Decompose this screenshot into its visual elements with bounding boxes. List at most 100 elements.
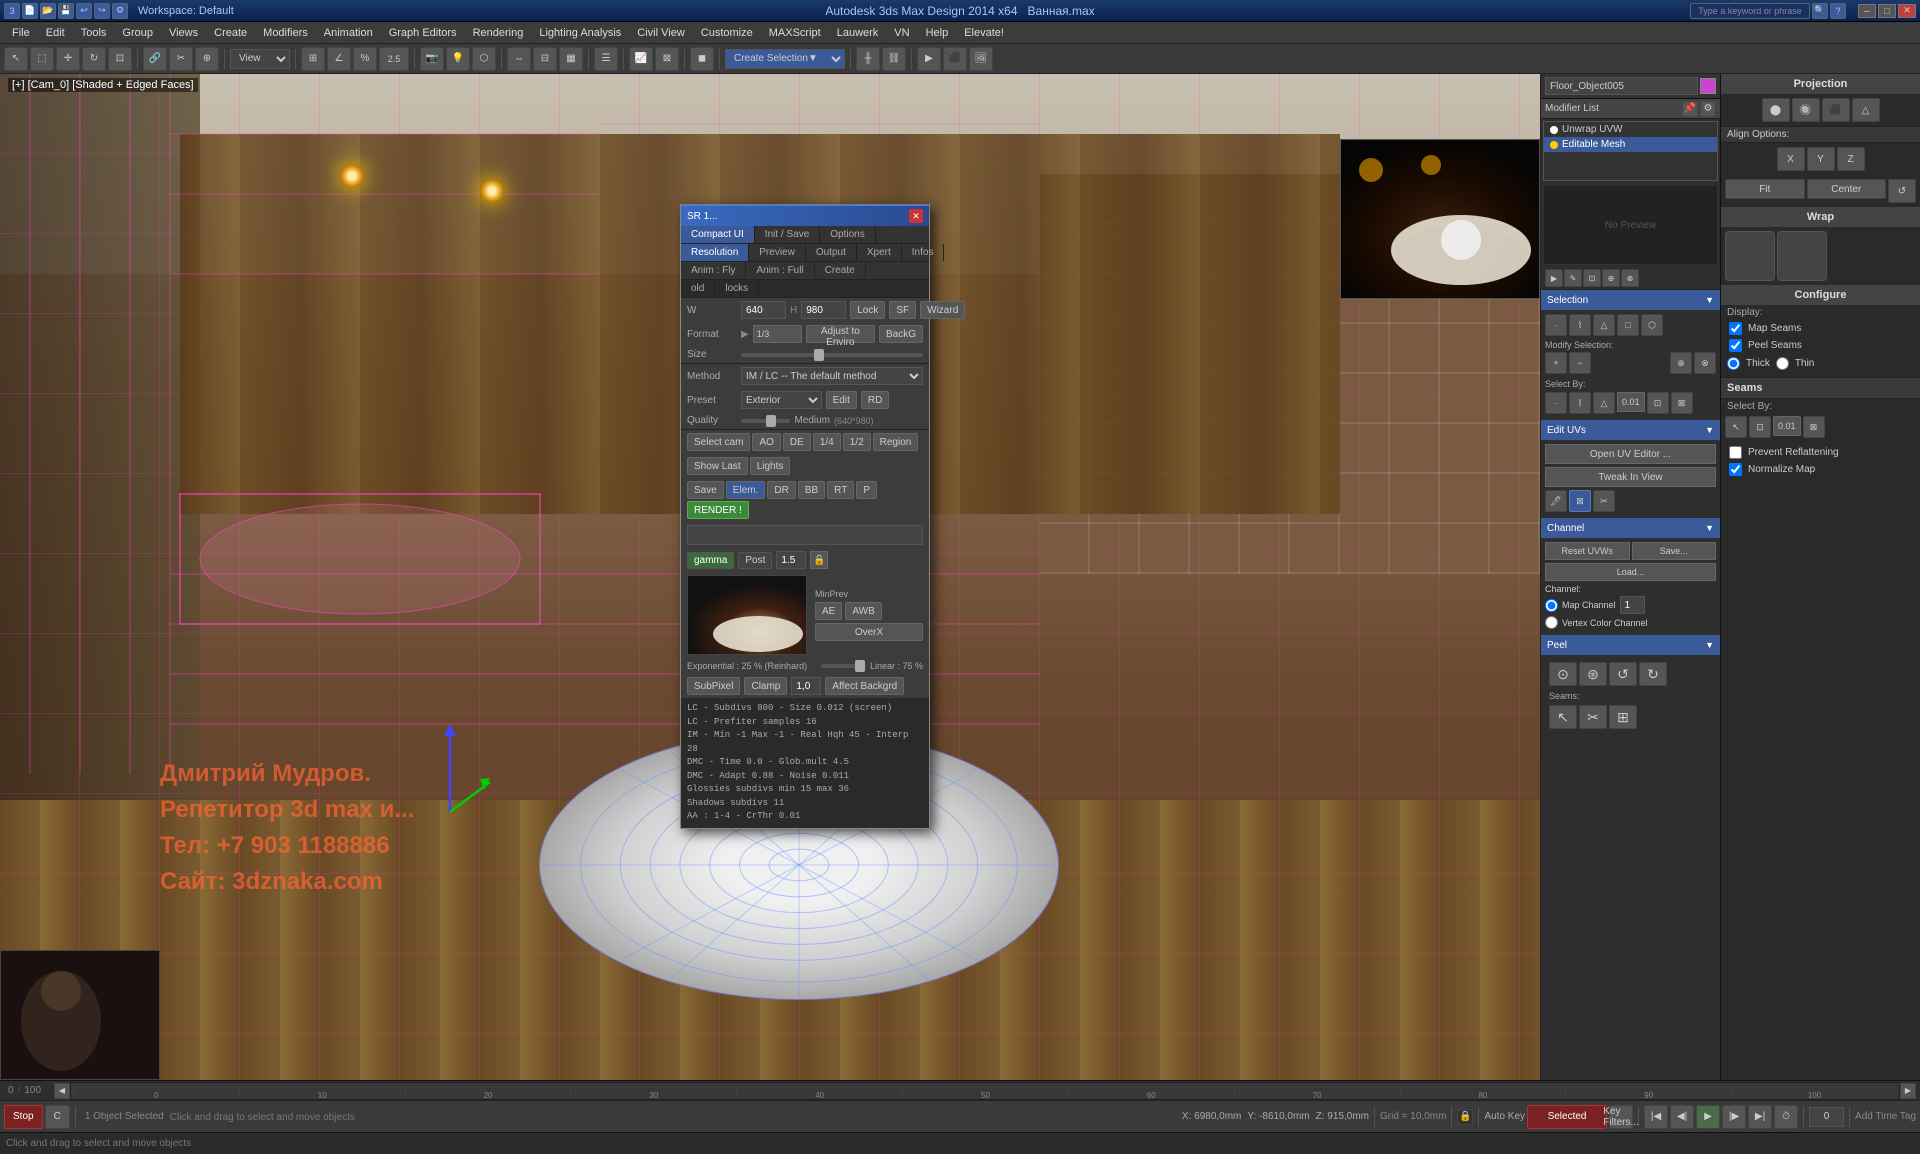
- current-frame-field[interactable]: [1809, 1107, 1844, 1127]
- config-icon[interactable]: ⚙: [112, 3, 128, 19]
- object-name-field[interactable]: [1545, 77, 1698, 95]
- half-button[interactable]: 1/4: [813, 433, 841, 451]
- preset-select[interactable]: Exterior: [741, 391, 822, 409]
- tb-render-frame-icon[interactable]: ⬛: [943, 47, 967, 71]
- peel-btn-1[interactable]: ⊙: [1549, 662, 1577, 686]
- tb-rotate-icon[interactable]: ↻: [82, 47, 106, 71]
- menu-help[interactable]: Help: [918, 25, 957, 41]
- tb-light-icon[interactable]: 💡: [446, 47, 470, 71]
- tab-old[interactable]: old: [681, 280, 715, 297]
- proj-sphere-btn[interactable]: ⬤: [1762, 98, 1790, 122]
- height-field[interactable]: [801, 301, 846, 319]
- tab-resolution[interactable]: Resolution: [681, 244, 749, 261]
- tab-options[interactable]: Options: [820, 226, 875, 243]
- edit-preset-button[interactable]: Edit: [826, 391, 857, 409]
- peel-btn-2[interactable]: ⊛: [1579, 662, 1607, 686]
- stop-button[interactable]: Stop: [4, 1105, 43, 1129]
- uv-edit-btn-3[interactable]: ✂: [1593, 490, 1615, 512]
- dr-button[interactable]: DR: [767, 481, 795, 499]
- sel-by-edge-btn[interactable]: ⌇: [1569, 392, 1591, 414]
- save-icon[interactable]: 💾: [58, 3, 74, 19]
- align-y-btn[interactable]: Y: [1807, 147, 1835, 171]
- proj-face-btn[interactable]: △: [1852, 98, 1880, 122]
- overx-button[interactable]: OverX: [815, 623, 923, 641]
- tab-compact-ui[interactable]: Compact UI: [681, 226, 755, 243]
- sel-by-extra2-btn[interactable]: ⊠: [1671, 392, 1693, 414]
- peel-btn-3[interactable]: ↺: [1609, 662, 1637, 686]
- align-z-btn[interactable]: Z: [1837, 147, 1865, 171]
- menu-customize[interactable]: Customize: [693, 25, 761, 41]
- uv-tool-2[interactable]: ✎: [1564, 269, 1582, 287]
- channel-collapse[interactable]: ▼: [1705, 523, 1714, 533]
- menu-views[interactable]: Views: [161, 25, 206, 41]
- element-button[interactable]: □: [1617, 314, 1639, 336]
- tb-mirror-icon[interactable]: ⇔: [507, 47, 531, 71]
- lock-button[interactable]: Lock: [850, 301, 885, 319]
- tab-infos[interactable]: Infos: [902, 244, 945, 261]
- search-box[interactable]: Type a keyword or phrase: [1690, 3, 1810, 19]
- size-slider-thumb[interactable]: [814, 349, 824, 361]
- next-frame-btn[interactable]: ▶: [1900, 1083, 1916, 1099]
- ring-sel-btn[interactable]: ⊕: [1670, 352, 1692, 374]
- next-key-btn[interactable]: |▶: [1722, 1105, 1746, 1129]
- lights-button[interactable]: Lights: [750, 457, 791, 475]
- rt-button[interactable]: RT: [827, 481, 854, 499]
- render-dialog-close[interactable]: ✕: [909, 209, 923, 223]
- awb-button[interactable]: AWB: [845, 602, 881, 620]
- prevent-reflattening-checkbox[interactable]: [1729, 446, 1742, 459]
- sel-by-extra-btn[interactable]: ⊡: [1647, 392, 1669, 414]
- sel-by-far-val[interactable]: 0.01: [1773, 416, 1801, 436]
- tb-camera-icon[interactable]: 📷: [420, 47, 444, 71]
- tab-locks[interactable]: locks: [715, 280, 759, 297]
- tb-dope-icon[interactable]: ⊠: [655, 47, 679, 71]
- tab-xpert[interactable]: Xpert: [857, 244, 902, 261]
- clamp-button[interactable]: Clamp: [744, 677, 787, 695]
- open-uv-editor-button[interactable]: Open UV Editor ...: [1545, 444, 1716, 464]
- tb-array-icon[interactable]: ▦: [559, 47, 583, 71]
- tab-preview[interactable]: Preview: [749, 244, 806, 261]
- ao-button[interactable]: AO: [752, 433, 780, 451]
- menu-lighting-analysis[interactable]: Lighting Analysis: [531, 25, 629, 41]
- viewport-3d[interactable]: Дмитрий Мудров. Репетитор 3d max и... Те…: [0, 74, 1540, 1080]
- fit-button[interactable]: Fit: [1725, 179, 1805, 199]
- tb-link-icon[interactable]: 🔗: [143, 47, 167, 71]
- gamma-value-field[interactable]: [776, 551, 806, 569]
- size-slider[interactable]: [741, 353, 923, 357]
- new-icon[interactable]: 📄: [22, 3, 38, 19]
- menu-file[interactable]: File: [4, 25, 38, 41]
- ae-button[interactable]: AE: [815, 602, 842, 620]
- close-button[interactable]: ✕: [1898, 4, 1916, 18]
- time-config-btn[interactable]: ⏱: [1774, 1105, 1798, 1129]
- menu-animation[interactable]: Animation: [316, 25, 381, 41]
- prev-frame-btn[interactable]: ◀: [54, 1083, 70, 1099]
- sel-by-far-2[interactable]: ⊡: [1749, 416, 1771, 438]
- object-color-swatch[interactable]: [1700, 78, 1716, 94]
- tweak-in-view-button[interactable]: Tweak In View: [1545, 467, 1716, 487]
- tb-render-active-icon[interactable]: 🖼: [969, 47, 993, 71]
- post-tab[interactable]: Post: [738, 552, 772, 569]
- key-filters-button[interactable]: Key Filters...: [1609, 1105, 1633, 1129]
- menu-group[interactable]: Group: [114, 25, 161, 41]
- tb-chain-icon[interactable]: ⛓: [882, 47, 906, 71]
- load-channel-button[interactable]: Load...: [1545, 563, 1716, 581]
- grow-sel-btn[interactable]: +: [1545, 352, 1567, 374]
- shrink-sel-btn[interactable]: −: [1569, 352, 1591, 374]
- redo-icon[interactable]: ↪: [94, 3, 110, 19]
- minimize-button[interactable]: ─: [1858, 4, 1876, 18]
- method-select[interactable]: IM / LC -- The default method: [741, 367, 923, 385]
- map-channel-spinbox[interactable]: [1620, 596, 1645, 614]
- tb-align-icon[interactable]: ⊟: [533, 47, 557, 71]
- gamma-lock-btn[interactable]: 🔒: [810, 551, 828, 569]
- vertex-button[interactable]: ·: [1545, 314, 1567, 336]
- maximize-button[interactable]: □: [1878, 4, 1896, 18]
- lock-icon[interactable]: 🔒: [1457, 1109, 1473, 1125]
- uv-tool-3[interactable]: ⊡: [1583, 269, 1601, 287]
- section-collapse-icon[interactable]: ▼: [1705, 295, 1714, 305]
- selection-dropdown[interactable]: Create Selection▼: [725, 49, 845, 69]
- view-dropdown[interactable]: View: [230, 49, 290, 69]
- modifier-item-unwrap[interactable]: Unwrap UVW: [1544, 122, 1717, 137]
- tb-layer-icon[interactable]: ☰: [594, 47, 618, 71]
- proj-cyl-btn[interactable]: 🔘: [1792, 98, 1820, 122]
- modifier-config-icon[interactable]: ⚙: [1700, 101, 1716, 117]
- vertex-color-radio[interactable]: [1545, 616, 1558, 629]
